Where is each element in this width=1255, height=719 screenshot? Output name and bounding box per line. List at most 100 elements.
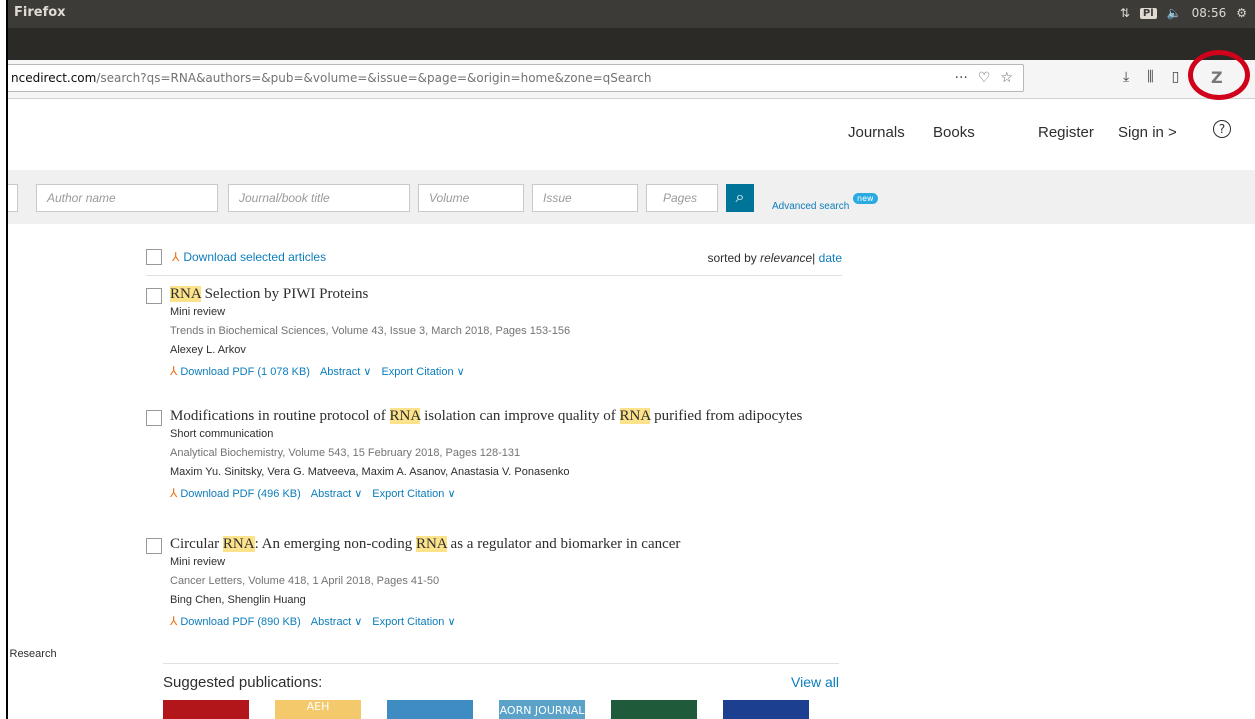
export-citation-toggle[interactable]: Export Citation ∨ xyxy=(372,616,455,628)
abstract-toggle[interactable]: Abstract ∨ xyxy=(311,616,362,628)
download-selected-row: ⅄ Download selected articles xyxy=(146,248,326,266)
keyboard-layout-indicator[interactable]: Pl xyxy=(1139,7,1157,19)
navigation-toolbar: ncedirect.com/search?qs=RNA&authors=&pub… xyxy=(8,60,1255,99)
window-title: Firefox xyxy=(14,5,66,20)
journal-field[interactable]: Journal/book title xyxy=(228,184,410,212)
result-actions: ⅄ Download PDF (496 KB) Abstract ∨ Export C… xyxy=(170,486,466,500)
cover-text: AORN JOURNAL xyxy=(499,704,585,717)
source-info[interactable]: Trends in Biochemical Sciences, Volume 4… xyxy=(170,325,570,337)
tab-strip xyxy=(8,28,1255,60)
source-info[interactable]: Analytical Biochemistry, Volume 543, 15 … xyxy=(170,447,520,459)
title-highlight: RNA xyxy=(389,408,421,424)
os-top-bar: Firefox ⇅ Pl 🔈 08:56 ⚙ xyxy=(8,0,1255,28)
result-checkbox[interactable] xyxy=(146,538,162,554)
result-checkbox[interactable] xyxy=(146,288,162,304)
title-text: as a regulator and biomarker in cancer xyxy=(446,536,681,552)
journal-cover-thumbnail[interactable] xyxy=(163,700,249,719)
url-host: ncedirect.com xyxy=(11,71,97,85)
volume-icon[interactable]: 🔈 xyxy=(1167,6,1182,20)
url-path: /search?qs=RNA&authors=&pub=&volume=&iss… xyxy=(96,71,652,85)
journal-cover-thumbnail[interactable]: AEH xyxy=(275,700,361,719)
sort-separator: | xyxy=(812,251,816,265)
authors: Alexey L. Arkov xyxy=(170,344,246,356)
url-text: ncedirect.com/search?qs=RNA&authors=&pub… xyxy=(11,71,652,85)
sign-in-label: Sign in xyxy=(1118,124,1164,141)
new-badge: new xyxy=(853,193,878,204)
nav-sign-in[interactable]: Sign in > xyxy=(1118,124,1177,141)
advanced-search-link[interactable]: Advanced search xyxy=(772,201,849,212)
sidebar-filter-fragment[interactable]: l Research xyxy=(8,648,57,660)
search-button[interactable]: ⌕ xyxy=(726,184,754,212)
divider xyxy=(146,275,842,276)
help-icon[interactable]: ? xyxy=(1213,120,1231,138)
download-pdf-link[interactable]: Download PDF (1 078 KB) xyxy=(180,366,310,378)
pdf-icon: ⅄ xyxy=(172,250,180,264)
select-all-checkbox[interactable] xyxy=(146,248,162,265)
result-title[interactable]: RNA Selection by PIWI Proteins xyxy=(170,286,368,303)
download-selected-link[interactable]: Download selected articles xyxy=(183,250,326,264)
journal-cover-thumbnail[interactable] xyxy=(387,700,473,719)
abstract-toggle[interactable]: Abstract ∨ xyxy=(311,488,362,500)
title-text: Circular xyxy=(170,536,223,552)
authors: Bing Chen, Shenglin Huang xyxy=(170,594,306,606)
title-highlight: RNA xyxy=(170,286,201,302)
download-pdf-link[interactable]: Download PDF (496 KB) xyxy=(180,488,300,500)
journal-cover-thumbnail[interactable] xyxy=(723,700,809,719)
article-type: Mini review xyxy=(170,556,226,568)
author-field[interactable]: Author name xyxy=(36,184,218,212)
pdf-icon: ⅄ xyxy=(170,364,178,378)
library-icon[interactable]: ⫼ xyxy=(1147,69,1153,85)
title-text: purified from adipocytes xyxy=(650,408,803,424)
result-checkbox[interactable] xyxy=(146,410,162,426)
title-highlight: RNA xyxy=(619,408,651,424)
article-type: Short communication xyxy=(170,428,274,440)
sidebar-icon[interactable]: ▯ xyxy=(1172,69,1180,85)
title-text: Selection by PIWI Proteins xyxy=(200,286,369,302)
volume-field[interactable]: Volume xyxy=(418,184,524,212)
search-bar: Author name Journal/book title Volume Is… xyxy=(8,170,1255,224)
sorted-by-label: sorted by xyxy=(707,251,757,265)
export-citation-toggle[interactable]: Export Citation ∨ xyxy=(372,488,455,500)
page-actions-icon[interactable]: ··· xyxy=(955,70,968,86)
journal-cover-thumbnail[interactable]: AORN JOURNAL xyxy=(499,700,585,719)
title-highlight: RNA xyxy=(415,536,447,552)
title-highlight: RNA xyxy=(222,536,255,552)
download-pdf-link[interactable]: Download PDF (890 KB) xyxy=(180,616,300,628)
result-title[interactable]: Modifications in routine protocol of RNA… xyxy=(170,408,802,425)
nav-books[interactable]: Books xyxy=(933,124,975,141)
suggested-publications: Suggested publications: View all xyxy=(163,663,839,691)
pages-field[interactable]: Pages xyxy=(646,184,718,212)
toolbar-icons: ⤓ ⫼ ▯ xyxy=(1123,69,1179,85)
nav-journals[interactable]: Journals xyxy=(848,124,905,141)
gear-icon[interactable]: ⚙ xyxy=(1236,6,1247,20)
network-icon[interactable]: ⇅ xyxy=(1120,6,1130,20)
sort-relevance[interactable]: relevance xyxy=(760,251,812,265)
journal-cover-thumbnail[interactable] xyxy=(611,700,697,719)
result-title[interactable]: Circular RNA: An emerging non-coding RNA… xyxy=(170,536,680,553)
pdf-icon: ⅄ xyxy=(170,614,178,628)
authors: Maxim Yu. Sinitsky, Vera G. Matveeva, Ma… xyxy=(170,466,570,478)
pdf-icon: ⅄ xyxy=(170,486,178,500)
clock[interactable]: 08:56 xyxy=(1192,6,1227,20)
article-type: Mini review xyxy=(170,306,226,318)
source-info[interactable]: Cancer Letters, Volume 418, 1 April 2018… xyxy=(170,575,439,587)
sort-date-link[interactable]: date xyxy=(819,251,842,265)
title-text: isolation can improve quality of xyxy=(420,408,620,424)
search-icon: ⌕ xyxy=(735,187,745,206)
nav-register[interactable]: Register xyxy=(1038,124,1094,141)
result-actions: ⅄ Download PDF (1 078 KB) Abstract ∨ Export… xyxy=(170,364,475,378)
title-text: Modifications in routine protocol of xyxy=(170,408,390,424)
view-all-link[interactable]: View all xyxy=(791,674,839,690)
download-icon[interactable]: ⤓ xyxy=(1123,69,1129,85)
url-bar[interactable]: ncedirect.com/search?qs=RNA&authors=&pub… xyxy=(8,64,1024,92)
bookmark-star-icon[interactable]: ☆ xyxy=(1000,70,1013,86)
sort-control: sorted by relevance| date xyxy=(707,251,842,265)
abstract-toggle[interactable]: Abstract ∨ xyxy=(320,366,371,378)
keywords-field[interactable] xyxy=(8,184,18,212)
result-actions: ⅄ Download PDF (890 KB) Abstract ∨ Export C… xyxy=(170,614,466,628)
export-citation-toggle[interactable]: Export Citation ∨ xyxy=(381,366,464,378)
cover-text: AEH xyxy=(306,700,330,713)
pocket-icon[interactable]: ♡ xyxy=(978,70,991,86)
issue-field[interactable]: Issue xyxy=(532,184,638,212)
system-tray: ⇅ Pl 🔈 08:56 ⚙ xyxy=(1120,6,1247,20)
